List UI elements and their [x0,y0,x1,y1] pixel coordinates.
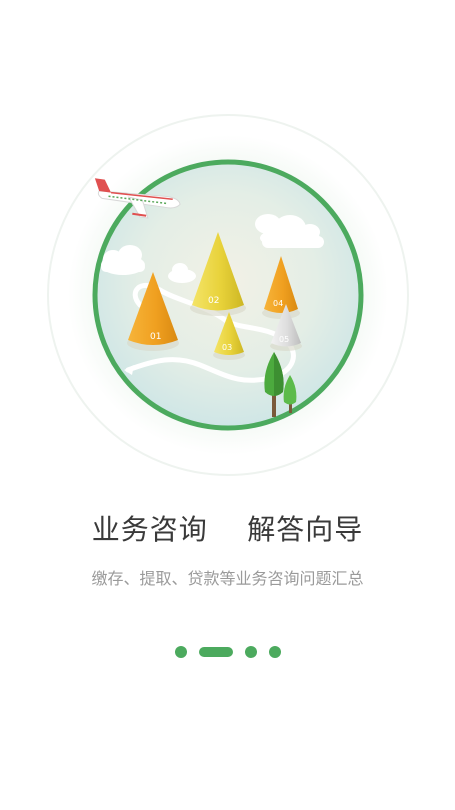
page-dot-3[interactable] [244,646,257,658]
onboarding-headline: 业务咨询 解答向导 [91,513,364,546]
page-dot-1[interactable] [174,646,187,658]
illustration: 01 02 03 04 05 [47,114,409,476]
cone-label: 04 [273,299,283,308]
cone-label: 01 [150,332,161,342]
onboarding-screen: 01 02 03 04 05 业务咨询 解答向导 缴存、提取、贷款等业务咨询问题… [0,0,455,810]
cone-label: 02 [208,296,219,306]
cone-label: 05 [279,335,289,344]
onboarding-subline: 缴存、提取、贷款等业务咨询问题汇总 [91,569,364,588]
page-dot-4[interactable] [268,646,281,658]
page-indicator [0,645,455,659]
cone-label: 03 [222,343,232,352]
page-dot-2-active[interactable] [198,647,233,657]
